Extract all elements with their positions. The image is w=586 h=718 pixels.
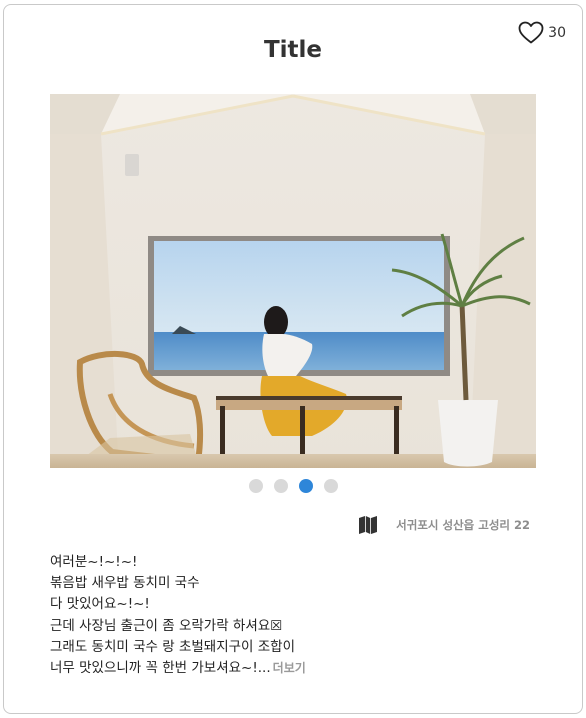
page-dot-4[interactable] <box>323 479 338 493</box>
description-line-5: 그래도 동치미 국수 랑 초벌돼지구이 조합이 <box>50 638 296 655</box>
location-link[interactable]: 서귀포시 성산읍 고성리 22 <box>358 515 530 535</box>
description-line-6: 너무 맛있으니까 꼭 한번 가보셔요~!... <box>50 660 271 677</box>
image-pagination <box>4 479 582 493</box>
like-count: 30 <box>548 25 566 41</box>
description-line-6-wrapper: 너무 맛있으니까 꼭 한번 가보셔요~!... 더보기 <box>50 658 550 679</box>
page-dot-3-active[interactable] <box>298 479 313 493</box>
description-line-2: 볶음밥 새우밥 동치미 국수 <box>50 575 200 592</box>
like-button[interactable]: 30 <box>518 21 566 45</box>
description-line-1: 여러분~!~!~! <box>50 554 138 570</box>
post-image[interactable] <box>50 94 536 468</box>
post-card: Title 30 서귀포시 성산읍 고성리 22 여러분~!~!~! 볶음밥 새… <box>3 4 583 714</box>
page-dot-1[interactable] <box>248 479 263 493</box>
description-line-4: 근데 사장님 출근이 좀 오락가락 하셔요☒ <box>50 617 283 634</box>
location-address: 서귀포시 성산읍 고성리 22 <box>396 518 530 532</box>
read-more-link[interactable]: 더보기 <box>273 661 306 675</box>
room-with-sea-view-photo <box>50 94 536 468</box>
heart-icon <box>518 21 544 44</box>
page-dot-2[interactable] <box>273 479 288 493</box>
map-icon <box>359 516 378 534</box>
post-description: 여러분~!~!~! 볶음밥 새우밥 동치미 국수 다 맛있어요~!~! 근데 사… <box>50 552 550 679</box>
description-line-3: 다 맛있어요~!~! <box>50 596 150 613</box>
post-title: Title <box>263 37 323 63</box>
